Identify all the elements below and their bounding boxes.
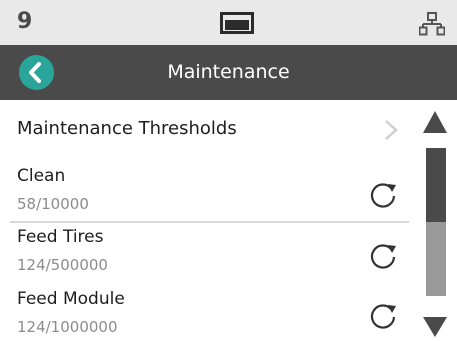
scroll-track[interactable] <box>426 148 446 296</box>
refresh-icon[interactable] <box>365 239 401 275</box>
list-item-clean: Clean 58/10000 <box>0 160 409 222</box>
item-count: 58/10000 <box>17 195 89 213</box>
item-count: 124/500000 <box>17 256 108 274</box>
chevron-right-icon <box>385 120 398 140</box>
maintenance-list: Maintenance Thresholds Clean 58/10000 Fe… <box>0 100 409 341</box>
maintenance-thresholds-row[interactable]: Maintenance Thresholds <box>0 100 409 160</box>
page-title: Maintenance <box>167 61 290 83</box>
header-bar: Maintenance <box>0 45 457 100</box>
screen-icon <box>220 12 254 34</box>
triangle-down-icon[interactable] <box>422 316 448 338</box>
network-icon <box>419 12 445 36</box>
scrollbar[interactable] <box>409 100 457 341</box>
item-title: Feed Module <box>17 289 125 309</box>
item-count: 124/1000000 <box>17 318 118 336</box>
back-button[interactable] <box>19 55 54 90</box>
list-item-feed-tires: Feed Tires 124/500000 <box>0 221 409 283</box>
triangle-up-icon[interactable] <box>422 110 448 134</box>
refresh-icon[interactable] <box>365 299 401 335</box>
list-item-feed-module: Feed Module 124/1000000 <box>0 283 409 341</box>
refresh-icon[interactable] <box>365 178 401 214</box>
scroll-thumb[interactable] <box>426 148 446 222</box>
chevron-left-icon <box>29 62 41 83</box>
maintenance-thresholds-label: Maintenance Thresholds <box>17 118 237 139</box>
item-title: Feed Tires <box>17 227 104 247</box>
status-number: 9 <box>17 9 33 34</box>
item-title: Clean <box>17 166 66 186</box>
status-bar: 9 <box>0 0 457 45</box>
